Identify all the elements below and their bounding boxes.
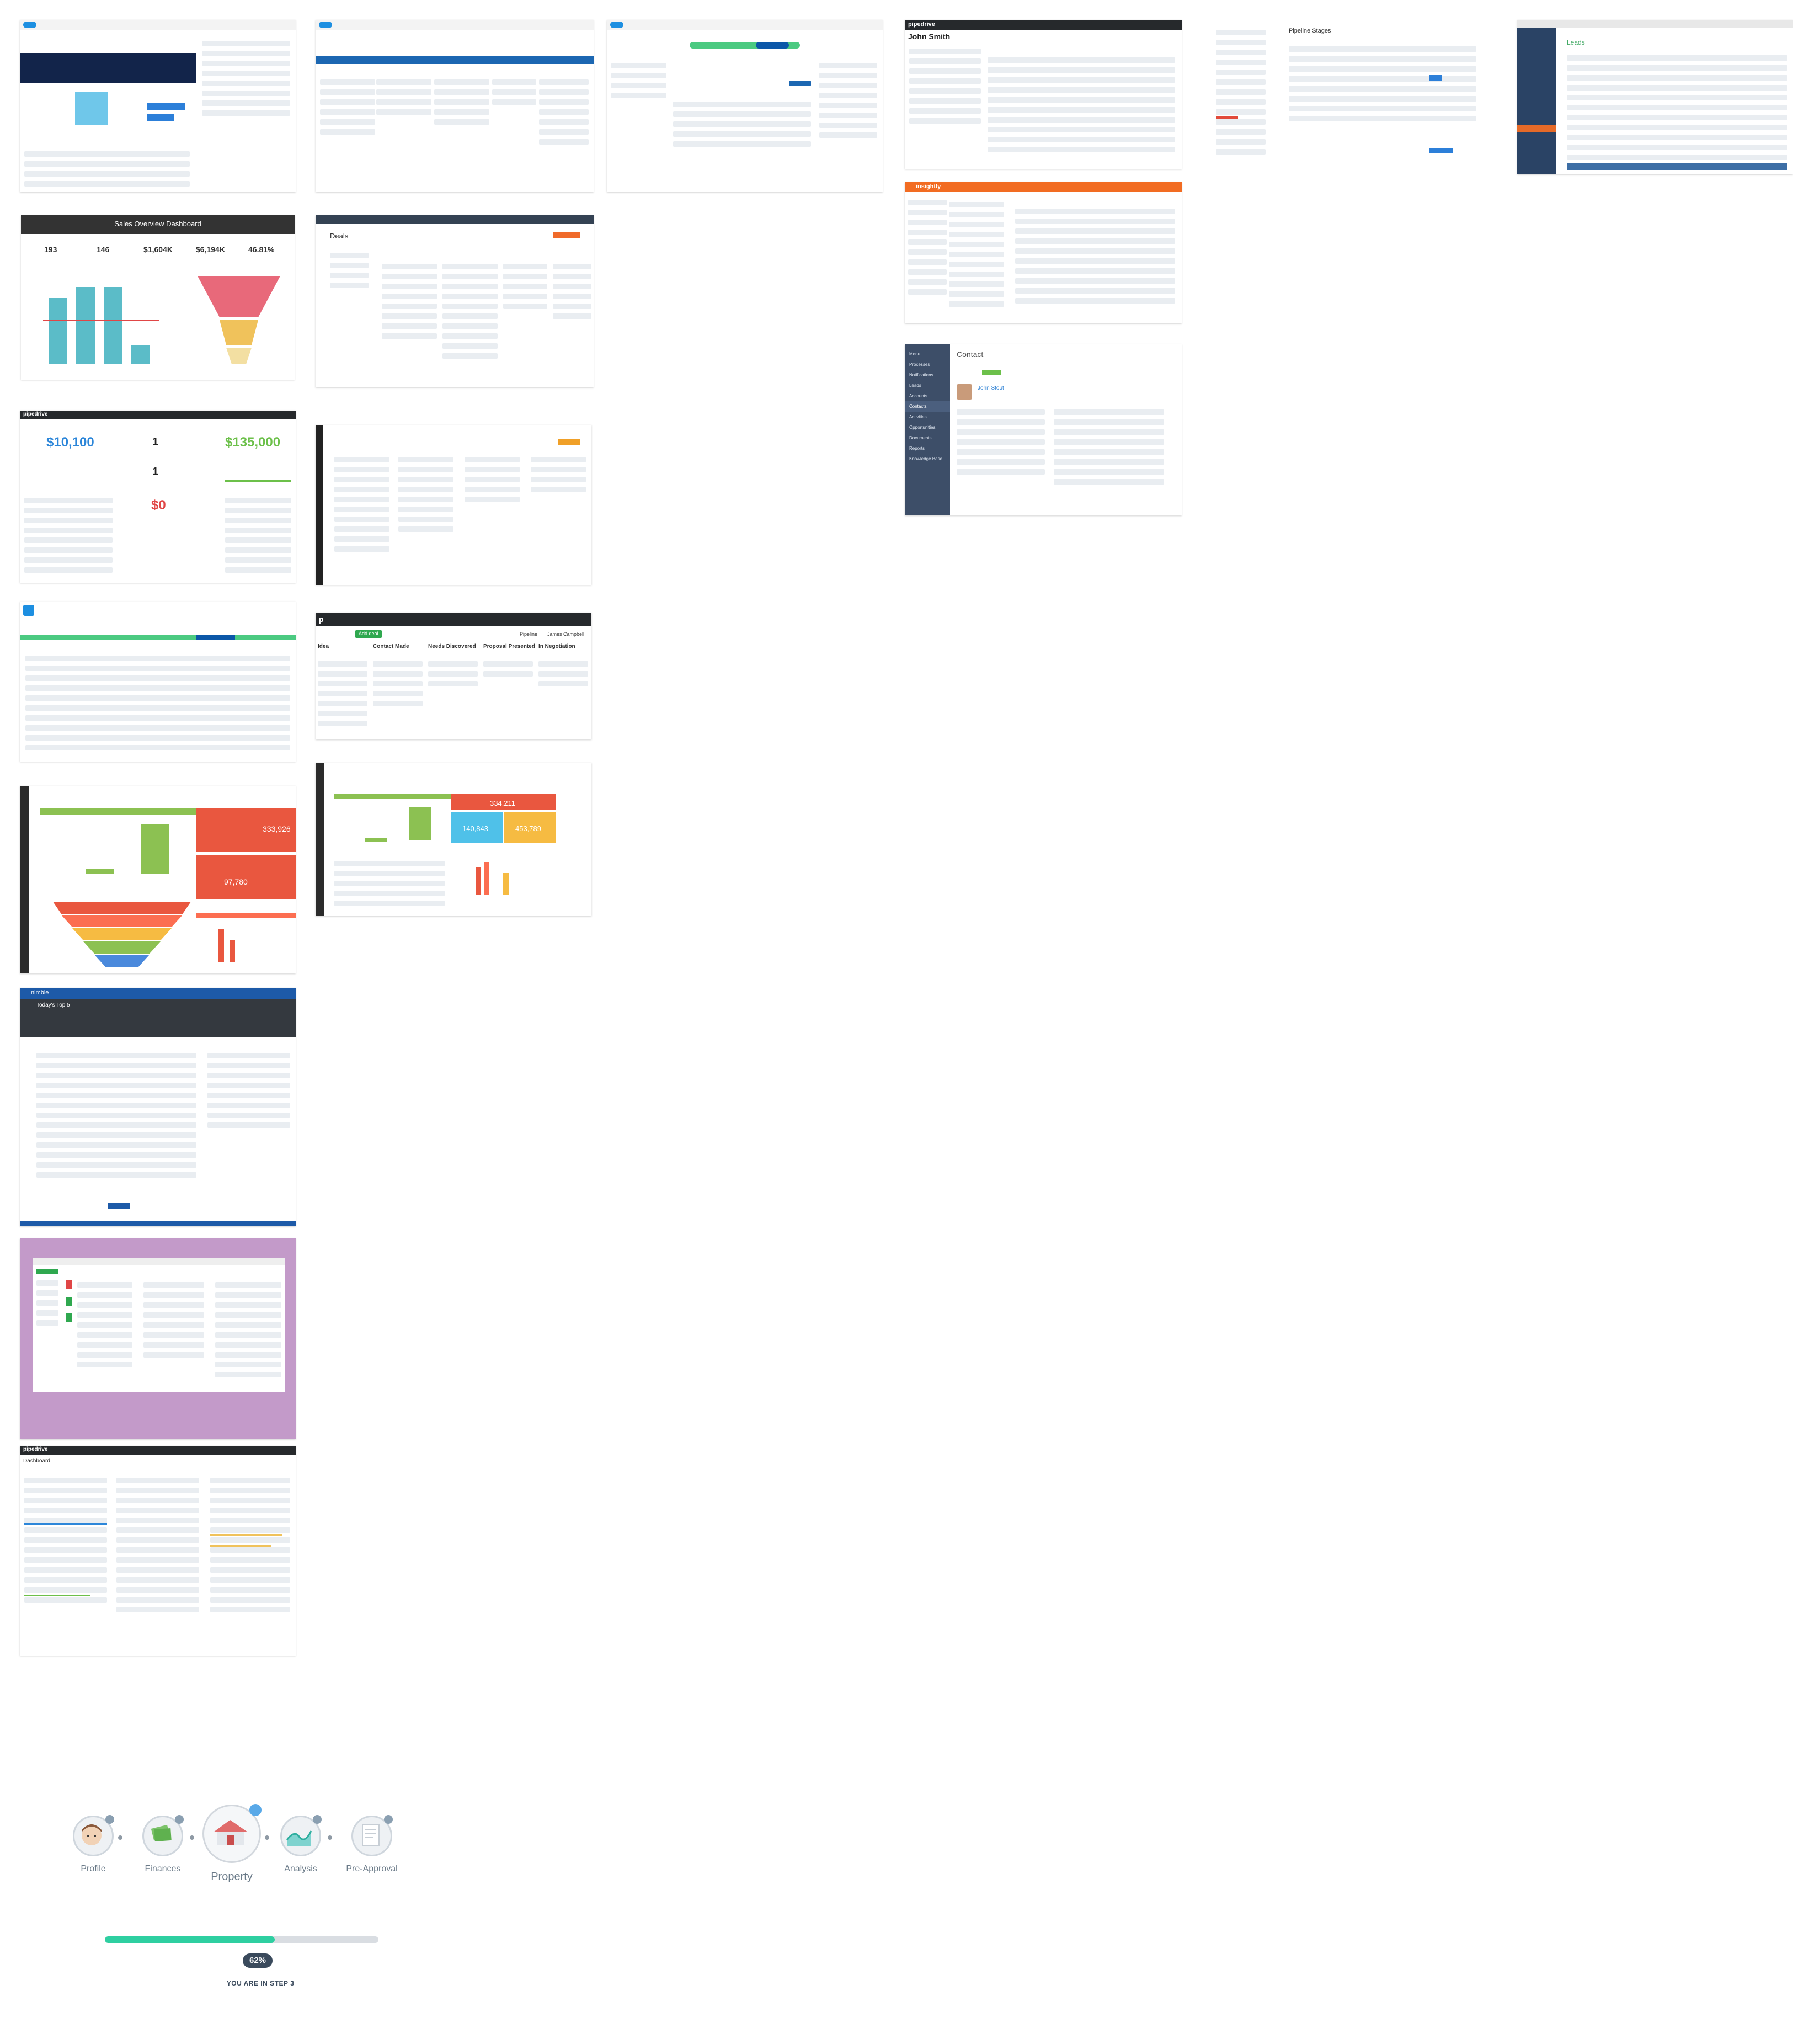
brand-label: pipedrive [23,1446,48,1452]
progress-percent: 62% [249,1956,266,1965]
add-deal-button[interactable]: Add deal [355,630,382,638]
thumb-pipedrive-dashboard[interactable]: pipedrive $10,100 1 $135,000 1 $0 [20,411,296,583]
thumb-contact-john-smith[interactable]: pipedrive John Smith [905,20,1182,169]
profile-icon [73,1815,114,1856]
stage-2: Needs Discovered [428,643,476,650]
avatar [957,384,972,400]
kpi-value-1: 333,926 [263,824,291,833]
menu-item-5[interactable]: Contacts [905,401,950,412]
page-title: Deals [330,232,349,240]
step-label: Finances [145,1864,181,1873]
kpi-value-3: 453,789 [515,824,541,833]
kpi-1: 193 [44,245,57,254]
kpi-value-2: 97,780 [224,877,248,886]
menu-item-8[interactable]: Documents [905,433,950,443]
brand-label: pipedrive [23,411,48,417]
step-analysis[interactable]: Analysis [276,1815,325,1874]
stage-0: Idea [318,643,329,650]
thumb-deals-board[interactable]: Deals [316,215,594,387]
menu-item-9[interactable]: Reports [905,443,950,454]
progress-fill [105,1936,275,1943]
stage-4: In Negotiation [538,643,575,650]
won-value: $10,100 [46,435,94,450]
thumb-kanban-board[interactable] [316,425,591,585]
progress-percent-pill: 62% [243,1953,273,1968]
thumb-sales-overview-dashboard[interactable]: Sales Overview Dashboard 193 146 $1,604K… [21,215,295,380]
analysis-icon [280,1815,322,1856]
thumb-nimble[interactable]: nimble Today's Top 5 [20,988,296,1226]
thumb-pipeline-stages[interactable]: Pipeline Stages [1208,20,1484,174]
contact-name: John Stout [978,385,1004,391]
thumb-insightly[interactable]: insightly [905,182,1182,323]
brand-label: insightly [916,183,941,190]
kpi-value-2: 140,843 [462,824,488,833]
add-deal-label: Add deal [359,631,378,636]
won-big-value: $135,000 [225,435,281,450]
kpi-4: $6,194K [196,245,225,254]
thumb-analytics-dashboard-a[interactable]: 333,926 97,780 [20,786,296,973]
menu-item-3[interactable]: Leads [905,380,950,391]
menu-item-2[interactable]: Notifications [905,370,950,380]
step-pre-approval[interactable]: Pre-Approval [339,1815,405,1874]
thumb-implementation-project[interactable] [20,602,296,762]
page-title: Dashboard [23,1458,50,1464]
page-title: Leads [1567,39,1585,46]
finances-icon [142,1815,184,1856]
thumb-opportunity-detail[interactable] [607,20,883,192]
thumb-contact[interactable]: Menu Processes Notifications Leads Accou… [905,344,1182,515]
brand-label: p [319,615,324,624]
count-2: 1 [152,466,159,478]
menu-item-0[interactable]: Menu [905,349,950,359]
menu-item-4[interactable]: Accounts [905,391,950,401]
progress-status: YOU ARE IN STEP 3 [226,1979,295,1987]
thumb-leads[interactable]: Leads [1517,20,1793,174]
step-label: Property [211,1871,253,1883]
kpi-3: $1,604K [143,245,173,254]
pre-approval-icon [351,1815,393,1856]
kpi-2: 146 [97,245,110,254]
funnel-chart [53,902,191,967]
step-label: Profile [81,1864,106,1873]
thumb-analytics-dashboard-b[interactable]: 334,211 140,843 453,789 [316,763,591,916]
pipeline-selector[interactable]: Pipeline [520,631,537,637]
menu-item-6[interactable]: Activities [905,412,950,422]
thumb-opportunities[interactable] [316,20,594,192]
thumb-pipedrive-dashboard-2[interactable]: pipedrive Dashboard [20,1446,296,1656]
progress-bar [105,1936,378,1943]
thumb-purple-showcase[interactable] [20,1238,296,1439]
contact-name: John Smith [908,32,951,41]
thumb-pipedrive-pipeline[interactable]: p Add deal Pipeline James Campbell Idea … [316,613,591,739]
step-profile[interactable]: Profile [68,1815,118,1874]
brand-label: nimble [31,989,49,996]
active-badge [249,1804,262,1816]
kpi-5: 46.81% [248,245,275,254]
funnel-chart [198,276,280,364]
step-label: Pre-Approval [346,1864,398,1873]
property-icon [202,1804,262,1863]
menu-item-1[interactable]: Processes [905,359,950,370]
menu-item-10[interactable]: Knowledge Base [905,454,950,464]
count-1: 1 [152,436,159,448]
stage-1: Contact Made [373,643,409,650]
section-title: Today's Top 5 [36,1002,70,1008]
brand-label: pipedrive [908,21,935,28]
step-finances[interactable]: Finances [138,1815,188,1874]
step-label: Analysis [284,1864,317,1873]
menu-item-7[interactable]: Opportunities [905,422,950,433]
stage-3: Proposal Presented [483,643,535,650]
dashboard-title: Sales Overview Dashboard [114,220,201,228]
page-title: Pipeline Stages [1289,28,1331,34]
thumb-salesforce-dashboard[interactable] [20,20,296,192]
kpi-value-1: 334,211 [490,799,516,807]
owner-selector[interactable]: James Campbell [547,631,584,637]
page-title: Contact [957,350,984,359]
lost-value: $0 [151,498,166,513]
step-property[interactable]: Property [201,1804,263,1883]
